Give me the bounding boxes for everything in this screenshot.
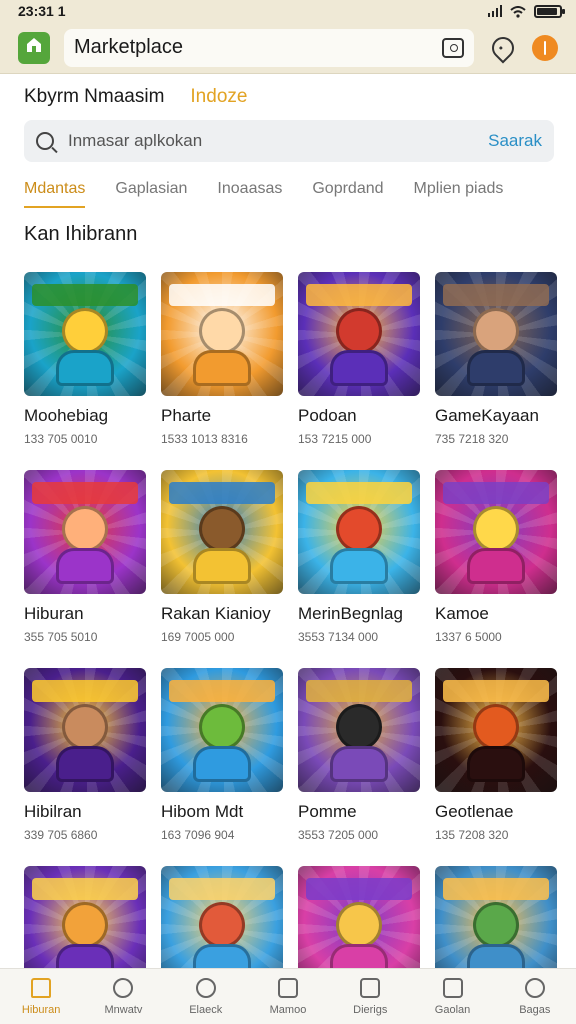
app-name: Geotlenae	[435, 802, 514, 821]
nav-item-4[interactable]: Dierigs	[329, 969, 411, 1024]
app-bar: Marketplace	[0, 22, 576, 74]
nav-item-2[interactable]: Elaeck	[165, 969, 247, 1024]
nav-label: Mamoo	[269, 1004, 307, 1016]
app-card[interactable]: Kamoe 1337 6 5000	[435, 470, 557, 668]
app-card[interactable]: Podoan 153 7215 000	[298, 272, 420, 470]
app-name: Hibom Mdt	[161, 802, 244, 821]
nav-label: Gaolan	[434, 1004, 471, 1016]
search-input[interactable]: Inmasar aplkokan	[68, 131, 488, 151]
app-meta: 339 705 6860	[24, 828, 98, 842]
home-icon	[25, 36, 43, 59]
tab-1[interactable]: Gaplasian	[115, 172, 187, 208]
app-card[interactable]: Geotlenae 135 7208 320	[435, 668, 557, 866]
tab-2[interactable]: Inoaasas	[217, 172, 282, 208]
app-name: Rakan Kianioy	[161, 604, 271, 623]
section-label: Kbyrm Nmaasim	[24, 86, 165, 107]
app-name: GameKayaan	[435, 406, 539, 425]
category-title: Kan Ihibrann	[24, 223, 138, 245]
app-thumbnail[interactable]	[161, 668, 283, 792]
app-meta: 169 7005 000	[161, 630, 235, 644]
app-meta: 133 705 0010	[24, 432, 98, 446]
category-tabs: Mdantas Gaplasian Inoaasas Goprdand Mplien p…	[24, 172, 554, 208]
app-card[interactable]: Hibilran 339 705 6860	[24, 668, 146, 866]
app-card[interactable]: Pharte 1533 1013 8316	[161, 272, 283, 470]
nav-item-0[interactable]: Hiburan	[0, 969, 82, 1024]
signal-icon	[488, 5, 502, 17]
app-thumbnail[interactable]	[298, 272, 420, 396]
app-name: Podoan	[298, 406, 357, 425]
tab-3[interactable]: Goprdand	[312, 172, 383, 208]
home-button[interactable]	[18, 31, 50, 64]
bottom-nav: Hiburan Mnwatv Elaeck Mamoo Dierigs Gaolan Bag…	[0, 968, 576, 1024]
app-name: Kamoe	[435, 604, 489, 623]
app-thumbnail[interactable]	[435, 668, 557, 792]
nav-label: Bagas	[519, 1004, 551, 1016]
app-thumbnail[interactable]	[24, 272, 146, 396]
profile-icon[interactable]	[532, 34, 558, 61]
app-thumbnail[interactable]	[161, 272, 283, 396]
clock-icon	[113, 978, 134, 998]
user-icon	[524, 978, 545, 998]
app-thumbnail[interactable]	[161, 470, 283, 594]
app-meta: 1533 1013 8316	[161, 432, 248, 446]
tab-4[interactable]: Mplien piads	[414, 172, 504, 208]
app-card[interactable]: GameKayaan 735 7218 320	[435, 272, 557, 470]
page-title: Marketplace	[74, 36, 183, 58]
app-card[interactable]: Moohebiag 133 705 0010	[24, 272, 146, 470]
app-card[interactable]: Rakan Kianioy 169 7005 000	[161, 470, 283, 668]
pin-icon[interactable]	[487, 31, 519, 64]
people-icon	[360, 978, 381, 998]
wifi-icon	[510, 5, 526, 18]
app-name: Moohebiag	[24, 406, 109, 425]
tabs-icon[interactable]	[442, 37, 464, 58]
app-meta: 735 7218 320	[435, 432, 509, 446]
nav-label: Mnwatv	[104, 1004, 143, 1016]
app-meta: 135 7208 320	[435, 828, 509, 842]
status-icons	[488, 4, 565, 18]
app-thumbnail[interactable]	[24, 668, 146, 792]
section-header: Kbyrm Nmaasim Indoze	[24, 86, 247, 108]
app-meta: 355 705 5010	[24, 630, 98, 644]
app-name: Hiburan	[24, 604, 84, 623]
nav-label: Elaeck	[189, 1004, 223, 1016]
app-card[interactable]: MerinBegnlag 3553 7134 000	[298, 470, 420, 668]
search-bar[interactable]: Inmasar aplkokan Saarak	[24, 120, 554, 162]
app-thumbnail[interactable]	[435, 272, 557, 396]
app-thumbnail[interactable]	[298, 668, 420, 792]
app-card[interactable]: Hiburan 355 705 5010	[24, 470, 146, 668]
search-icon	[195, 978, 216, 998]
nav-item-5[interactable]: Gaolan	[411, 969, 493, 1024]
nav-item-3[interactable]: Mamoo	[247, 969, 329, 1024]
app-thumbnail[interactable]	[24, 470, 146, 594]
nav-item-6[interactable]: Bagas	[494, 969, 576, 1024]
app-card[interactable]: Pomme 3553 7205 000	[298, 668, 420, 866]
tab-0[interactable]: Mdantas	[24, 172, 86, 208]
search-icon	[36, 132, 54, 150]
app-meta: 1337 6 5000	[435, 630, 502, 644]
app-card[interactable]: Hibom Mdt 163 7096 904	[161, 668, 283, 866]
search-button[interactable]: Saarak	[488, 131, 542, 151]
status-time: 23:31 1	[18, 3, 66, 19]
home-icon	[31, 978, 52, 998]
app-meta: 3553 7205 000	[298, 828, 379, 842]
app-meta: 163 7096 904	[161, 828, 235, 842]
app-name: Pharte	[161, 406, 212, 425]
nav-item-1[interactable]: Mnwatv	[82, 969, 164, 1024]
nav-label: Hiburan	[21, 1004, 61, 1016]
app-name: Pomme	[298, 802, 357, 821]
document-icon	[277, 978, 298, 998]
battery-icon	[534, 4, 565, 18]
status-bar: 23:31 1	[0, 0, 576, 22]
address-bar[interactable]: Marketplace	[64, 28, 474, 67]
image-icon	[442, 978, 463, 998]
section-accent-label[interactable]: Indoze	[190, 86, 247, 108]
app-thumbnail[interactable]	[435, 470, 557, 594]
app-name: MerinBegnlag	[298, 604, 403, 623]
app-meta: 153 7215 000	[298, 432, 372, 446]
app-grid: Moohebiag 133 705 0010 Pharte 1533 1013 831…	[24, 272, 557, 1024]
app-meta: 3553 7134 000	[298, 630, 379, 644]
app-name: Hibilran	[24, 802, 82, 821]
app-thumbnail[interactable]	[298, 470, 420, 594]
nav-label: Dierigs	[353, 1004, 388, 1016]
